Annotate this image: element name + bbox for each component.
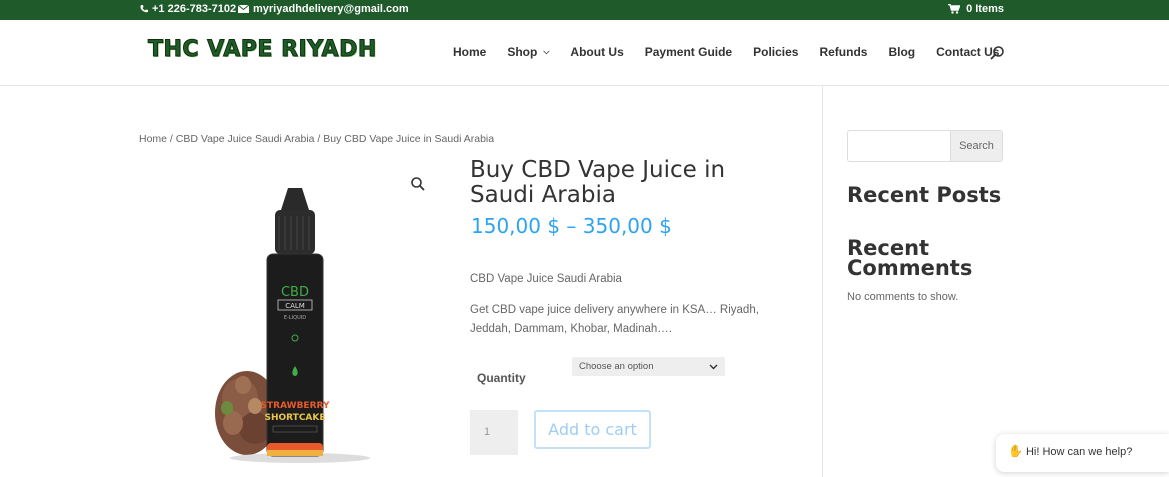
nav-shop[interactable]: Shop ⌵ [507,45,549,59]
product-price: 150,00 $ – 350,00 $ [471,214,672,238]
cart-link[interactable]: 0 Items [948,3,1004,15]
nav-blog-label: Blog [888,45,916,59]
phone-contact[interactable]: +1 226-783-7102 [139,3,236,15]
email-contact[interactable]: myriyadhdelivery@gmail.com [238,3,409,15]
cart-count: 0 Items [966,3,1004,15]
envelope-icon [238,5,249,13]
breadcrumb-separator: / [167,133,176,145]
phone-number: +1 226-783-7102 [152,3,237,15]
site-header: THC VAPE RIYADH Home Shop ⌵ About Us Paym… [0,20,1169,86]
chat-widget[interactable]: ✋ Hi! How can we help? [996,434,1169,472]
nav-payment-label: Payment Guide [644,45,733,59]
main-nav: Home Shop ⌵ About Us Payment Guide Polici… [453,45,999,59]
breadcrumb-current: Buy CBD Vape Juice in Saudi Arabia [323,133,495,145]
recent-comments-heading: Recent Comments [847,236,973,280]
bottle-brand: CBD [281,285,309,300]
add-to-cart-button[interactable]: Add to cart [534,410,651,449]
nav-shop-label: Shop [507,45,538,59]
nav-refunds[interactable]: Refunds [819,45,867,59]
bottle-flavor-2: SHORTCAKE [264,413,325,423]
nav-home-label: Home [453,45,487,59]
nav-policies[interactable]: Policies [753,45,798,59]
option-label: Quantity [477,371,526,385]
breadcrumb-category[interactable]: CBD Vape Juice Saudi Arabia [176,133,315,145]
product-image[interactable]: CBD CALM E-LIQUID STRAWBERRY SHORTCAKE [205,188,385,468]
breadcrumb: Home / CBD Vape Juice Saudi Arabia / Buy… [139,133,494,145]
product-short-description: CBD Vape Juice Saudi Arabia [470,273,622,285]
nav-refunds-label: Refunds [819,45,868,59]
chevron-down-icon [709,364,718,369]
nav-about-label: About Us [570,45,624,59]
chat-text: Hi! How can we help? [1025,446,1133,458]
top-bar: +1 226-783-7102 myriyadhdelivery@gmail.c… [0,0,1169,20]
breadcrumb-home[interactable]: Home [139,133,167,145]
product-title: Buy CBD Vape Juice in Saudi Arabia [470,157,726,208]
breadcrumb-separator: / [314,133,324,145]
nav-payment-guide[interactable]: Payment Guide [645,45,732,59]
waving-hand-icon: ✋ [1008,444,1023,458]
select-placeholder: Choose an option [579,361,654,372]
nav-blog[interactable]: Blog [888,45,915,59]
site-logo[interactable]: THC VAPE RIYADH [148,37,377,63]
no-comments-text: No comments to show. [847,291,959,303]
nav-policies-label: Policies [753,45,799,59]
quantity-input[interactable]: 1 [470,410,518,455]
cart-icon [948,4,961,14]
email-address: myriyadhdelivery@gmail.com [253,3,409,15]
bottle-flavor-1: STRAWBERRY [261,401,330,411]
recent-posts-heading: Recent Posts [847,183,1002,207]
search-icon[interactable] [989,45,1005,61]
nav-home[interactable]: Home [453,45,486,59]
product-description: Get CBD vape juice delivery anywhere in … [470,304,759,335]
phone-icon [140,5,148,13]
chevron-down-icon: ⌵ [543,47,550,56]
zoom-icon[interactable] [410,176,426,192]
sidebar-search-button[interactable]: Search [950,130,1003,162]
sidebar-search-input[interactable] [847,130,951,162]
bottle-type: E-LIQUID [284,315,306,321]
sidebar-divider [822,86,823,477]
bottle-line: CALM [285,302,305,310]
quantity-option-select[interactable]: Choose an option [572,357,725,376]
nav-about-us[interactable]: About Us [570,45,623,59]
